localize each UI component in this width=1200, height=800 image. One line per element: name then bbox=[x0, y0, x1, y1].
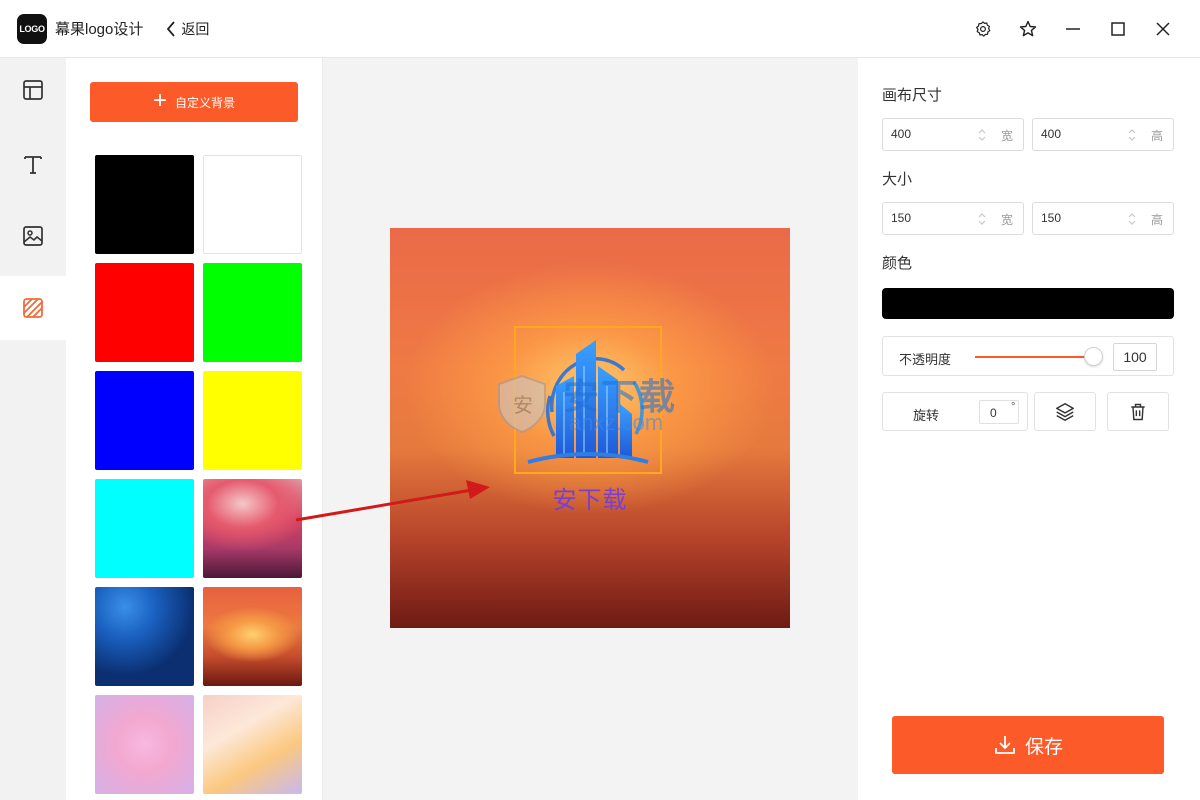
save-button[interactable]: 保存 bbox=[892, 716, 1164, 774]
height-unit: 高 bbox=[1150, 129, 1163, 143]
plus-icon: + bbox=[152, 86, 167, 114]
opacity-control: 不透明度 100 bbox=[882, 336, 1174, 376]
opacity-slider-track[interactable] bbox=[975, 356, 1093, 358]
height-unit: 高 bbox=[1150, 213, 1163, 227]
layout-icon bbox=[23, 80, 43, 100]
star-icon bbox=[1019, 20, 1037, 37]
size-height-input[interactable]: 150 高 bbox=[1032, 202, 1174, 235]
custom-background-label: 自定义背景 bbox=[175, 95, 236, 110]
text-icon bbox=[24, 156, 42, 174]
properties-panel: 画布尺寸 400 宽 400 高 大小 150 宽 150 高 颜色 不透明度 … bbox=[858, 58, 1200, 800]
canvas-width-value: 400 bbox=[891, 127, 912, 141]
opacity-slider-thumb[interactable] bbox=[1084, 347, 1103, 366]
canvas-size-label: 画布尺寸 bbox=[882, 87, 943, 104]
opacity-value-input[interactable]: 100 bbox=[1113, 343, 1157, 371]
swatch-pink-lilac[interactable] bbox=[95, 695, 194, 794]
save-label: 保存 bbox=[1024, 736, 1063, 758]
swatch-peach-lavender[interactable] bbox=[203, 695, 302, 794]
width-unit: 宽 bbox=[1000, 213, 1013, 227]
swatch-yellow[interactable] bbox=[203, 371, 302, 470]
swatch-red[interactable] bbox=[95, 263, 194, 362]
settings-icon bbox=[976, 21, 991, 37]
layers-button[interactable] bbox=[1034, 392, 1096, 431]
back-label: 返回 bbox=[181, 20, 210, 37]
trash-icon bbox=[1131, 403, 1145, 420]
canvas-area: 安 安下载 anxz.com 安下载 bbox=[323, 58, 858, 800]
rail-item-template[interactable] bbox=[0, 58, 66, 122]
swatch-white[interactable] bbox=[203, 155, 302, 254]
swatch-blue[interactable] bbox=[95, 371, 194, 470]
artboard[interactable]: 安 安下载 anxz.com 安下载 bbox=[390, 228, 790, 628]
size-label: 大小 bbox=[882, 171, 913, 188]
rotate-unit: ° bbox=[1011, 401, 1016, 413]
background-pattern-icon bbox=[23, 298, 43, 318]
layers-icon bbox=[1056, 402, 1074, 421]
rotate-control: 旋转 0 ° bbox=[882, 392, 1028, 431]
canvas-width-input[interactable]: 400 宽 bbox=[882, 118, 1024, 151]
back-button[interactable]: 返回 bbox=[165, 19, 209, 39]
rail-item-background[interactable] bbox=[0, 276, 66, 340]
spinner-icon[interactable] bbox=[977, 127, 987, 143]
download-icon bbox=[995, 736, 1015, 754]
app-title: 幕果logo设计 bbox=[55, 21, 144, 38]
image-icon bbox=[23, 226, 43, 246]
swatch-pink-purple-dusk[interactable] bbox=[203, 479, 302, 578]
swatch-blue-night[interactable] bbox=[95, 587, 194, 686]
canvas-height-input[interactable]: 400 高 bbox=[1032, 118, 1174, 151]
opacity-label: 不透明度 bbox=[899, 352, 952, 367]
app-logo: LOGO bbox=[17, 13, 47, 44]
width-unit: 宽 bbox=[1000, 129, 1013, 143]
title-bar: LOGO 幕果logo设计 返回 bbox=[0, 0, 1200, 58]
color-label: 颜色 bbox=[882, 255, 913, 272]
svg-text:安: 安 bbox=[513, 394, 533, 417]
maximize-icon bbox=[1111, 22, 1125, 36]
minimize-button[interactable] bbox=[1058, 14, 1088, 44]
spinner-icon[interactable] bbox=[1127, 127, 1137, 143]
size-height-value: 150 bbox=[1041, 211, 1062, 225]
settings-button[interactable] bbox=[968, 14, 998, 44]
maximize-button[interactable] bbox=[1103, 14, 1133, 44]
watermark: 安 安下载 anxz.com bbox=[493, 368, 713, 438]
swatch-orange-sunset[interactable] bbox=[203, 587, 302, 686]
size-width-value: 150 bbox=[891, 211, 912, 225]
logo-text[interactable]: 安下载 bbox=[390, 480, 790, 515]
spinner-icon[interactable] bbox=[1127, 211, 1137, 227]
size-width-input[interactable]: 150 宽 bbox=[882, 202, 1024, 235]
swatch-green[interactable] bbox=[203, 263, 302, 362]
shield-icon: 安 bbox=[498, 374, 546, 434]
watermark-en: anxz.com bbox=[569, 410, 664, 435]
background-panel: + 自定义背景 bbox=[66, 58, 323, 800]
close-icon bbox=[1156, 22, 1170, 36]
spinner-icon[interactable] bbox=[977, 211, 987, 227]
delete-button[interactable] bbox=[1107, 392, 1169, 431]
custom-background-button[interactable]: + 自定义背景 bbox=[90, 82, 298, 122]
swatch-black[interactable] bbox=[95, 155, 194, 254]
rail-item-text[interactable] bbox=[0, 132, 66, 196]
canvas-height-value: 400 bbox=[1041, 127, 1062, 141]
rail-item-image[interactable] bbox=[0, 204, 66, 268]
tool-rail bbox=[0, 58, 66, 800]
close-button[interactable] bbox=[1148, 14, 1178, 44]
swatch-cyan[interactable] bbox=[95, 479, 194, 578]
chevron-left-icon bbox=[167, 20, 176, 37]
rotate-label: 旋转 bbox=[913, 408, 940, 423]
favorite-button[interactable] bbox=[1013, 14, 1043, 44]
color-picker[interactable] bbox=[882, 288, 1174, 319]
minimize-icon bbox=[1066, 28, 1080, 30]
